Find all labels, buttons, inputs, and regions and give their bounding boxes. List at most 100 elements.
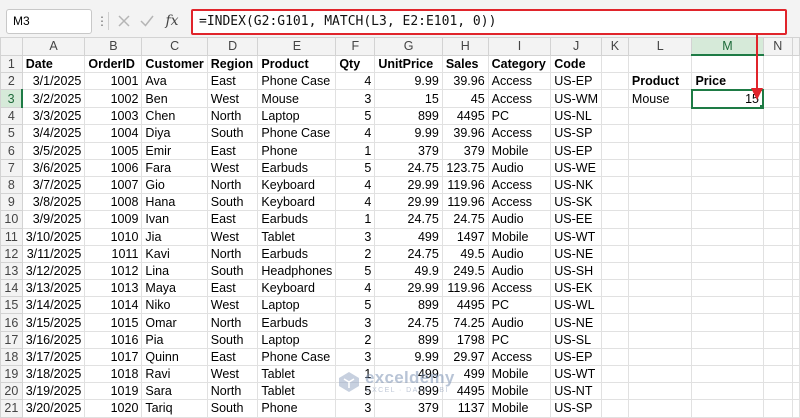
cell-d1[interactable]: Region bbox=[206, 54, 259, 73]
cell-n11[interactable] bbox=[762, 227, 793, 246]
row-header-13[interactable]: 13 bbox=[0, 261, 23, 281]
cell-b2[interactable]: 1001 bbox=[84, 71, 143, 91]
cell-a14[interactable]: 3/13/2025 bbox=[21, 279, 86, 298]
cell-b21[interactable]: 1020 bbox=[84, 399, 143, 418]
cell-f5[interactable]: 4 bbox=[335, 124, 376, 143]
cell-f13[interactable]: 5 bbox=[335, 261, 376, 281]
cell-m4[interactable] bbox=[691, 107, 764, 126]
cell-h6[interactable]: 379 bbox=[441, 141, 489, 160]
cell-f14[interactable]: 4 bbox=[335, 279, 376, 298]
cell-h7[interactable]: 123.75 bbox=[441, 158, 489, 177]
cell-m10[interactable] bbox=[691, 210, 764, 229]
cell-b11[interactable]: 1010 bbox=[84, 227, 143, 246]
column-header-i[interactable]: I bbox=[487, 37, 552, 56]
cell-l15[interactable] bbox=[627, 296, 693, 315]
cell-g5[interactable]: 9.99 bbox=[374, 124, 443, 143]
cell-m1[interactable] bbox=[691, 54, 764, 73]
cell-h12[interactable]: 49.5 bbox=[441, 244, 489, 263]
cell-i17[interactable]: PC bbox=[487, 330, 552, 349]
column-header-h[interactable]: H bbox=[441, 37, 489, 56]
row-header-9[interactable]: 9 bbox=[0, 193, 23, 212]
cell-e6[interactable]: Phone bbox=[257, 141, 337, 160]
cell-b9[interactable]: 1008 bbox=[84, 193, 143, 212]
cell-a3[interactable]: 3/2/2025 bbox=[21, 89, 86, 109]
cell-c18[interactable]: Quinn bbox=[141, 347, 208, 367]
cell-n13[interactable] bbox=[762, 261, 793, 281]
cell-d9[interactable]: South bbox=[206, 193, 259, 212]
cell-b1[interactable]: OrderID bbox=[84, 54, 143, 73]
cell-a15[interactable]: 3/14/2025 bbox=[21, 296, 86, 315]
cell-i10[interactable]: Audio bbox=[487, 210, 552, 229]
cell-a7[interactable]: 3/6/2025 bbox=[21, 158, 86, 177]
cell-i8[interactable]: Access bbox=[487, 175, 552, 195]
cell-e19[interactable]: Tablet bbox=[257, 364, 337, 384]
cell-f2[interactable]: 4 bbox=[335, 71, 376, 91]
cell-n20[interactable] bbox=[762, 382, 793, 401]
cell-m5[interactable] bbox=[691, 124, 764, 143]
column-header-l[interactable]: L bbox=[627, 37, 693, 56]
cell-a11[interactable]: 3/10/2025 bbox=[21, 227, 86, 246]
cell-c16[interactable]: Omar bbox=[141, 313, 208, 332]
cell-a4[interactable]: 3/3/2025 bbox=[21, 107, 86, 126]
cell-k13[interactable] bbox=[601, 261, 629, 281]
cell-l17[interactable] bbox=[627, 330, 693, 349]
row-header-7[interactable]: 7 bbox=[0, 158, 23, 177]
cell-i5[interactable]: Access bbox=[487, 124, 552, 143]
cell-f1[interactable]: Qty bbox=[335, 54, 376, 73]
cell-l4[interactable] bbox=[627, 107, 693, 126]
cell-n14[interactable] bbox=[762, 279, 793, 298]
cell-f16[interactable]: 3 bbox=[335, 313, 376, 332]
cell-g3[interactable]: 15 bbox=[374, 89, 443, 109]
cell-c13[interactable]: Lina bbox=[141, 261, 208, 281]
cell-j8[interactable]: US-NK bbox=[550, 175, 603, 195]
cell-n19[interactable] bbox=[762, 364, 793, 384]
cell-d8[interactable]: North bbox=[206, 175, 259, 195]
cell-g11[interactable]: 499 bbox=[374, 227, 443, 246]
cell-f12[interactable]: 2 bbox=[335, 244, 376, 263]
cell-c9[interactable]: Hana bbox=[141, 193, 208, 212]
cell-a16[interactable]: 3/15/2025 bbox=[21, 313, 86, 332]
cell-l18[interactable] bbox=[627, 347, 693, 367]
cell-j4[interactable]: US-NL bbox=[550, 107, 603, 126]
cell-h17[interactable]: 1798 bbox=[441, 330, 489, 349]
cell-l20[interactable] bbox=[627, 382, 693, 401]
cell-m8[interactable] bbox=[691, 175, 764, 195]
cell-n9[interactable] bbox=[762, 193, 793, 212]
cell-e12[interactable]: Earbuds bbox=[257, 244, 337, 263]
cell-k18[interactable] bbox=[601, 347, 629, 367]
cell-d11[interactable]: West bbox=[206, 227, 259, 246]
cell-b17[interactable]: 1016 bbox=[84, 330, 143, 349]
cell-m18[interactable] bbox=[691, 347, 764, 367]
cell-i2[interactable]: Access bbox=[487, 71, 552, 91]
cell-c17[interactable]: Pia bbox=[141, 330, 208, 349]
cell-c5[interactable]: Diya bbox=[141, 124, 208, 143]
cell-f3[interactable]: 3 bbox=[335, 89, 376, 109]
cell-n8[interactable] bbox=[762, 175, 793, 195]
cell-i11[interactable]: Mobile bbox=[487, 227, 552, 246]
cell-n17[interactable] bbox=[762, 330, 793, 349]
cell-b14[interactable]: 1013 bbox=[84, 279, 143, 298]
cell-f15[interactable]: 5 bbox=[335, 296, 376, 315]
cell-n18[interactable] bbox=[762, 347, 793, 367]
cell-c4[interactable]: Chen bbox=[141, 107, 208, 126]
cell-l9[interactable] bbox=[627, 193, 693, 212]
cell-g18[interactable]: 9.99 bbox=[374, 347, 443, 367]
cell-m12[interactable] bbox=[691, 244, 764, 263]
cell-n4[interactable] bbox=[762, 107, 793, 126]
cell-j13[interactable]: US-SH bbox=[550, 261, 603, 281]
cell-i9[interactable]: Access bbox=[487, 193, 552, 212]
cell-d19[interactable]: West bbox=[206, 364, 259, 384]
cell-a13[interactable]: 3/12/2025 bbox=[21, 261, 86, 281]
cell-b13[interactable]: 1012 bbox=[84, 261, 143, 281]
cell-g9[interactable]: 29.99 bbox=[374, 193, 443, 212]
cell-e11[interactable]: Tablet bbox=[257, 227, 337, 246]
cell-g4[interactable]: 899 bbox=[374, 107, 443, 126]
cell-m15[interactable] bbox=[691, 296, 764, 315]
cell-h1[interactable]: Sales bbox=[441, 54, 489, 73]
cell-k9[interactable] bbox=[601, 193, 629, 212]
cell-h8[interactable]: 119.96 bbox=[441, 175, 489, 195]
cell-h4[interactable]: 4495 bbox=[441, 107, 489, 126]
cell-a1[interactable]: Date bbox=[21, 54, 86, 73]
cell-h5[interactable]: 39.96 bbox=[441, 124, 489, 143]
row-header-17[interactable]: 17 bbox=[0, 330, 23, 349]
